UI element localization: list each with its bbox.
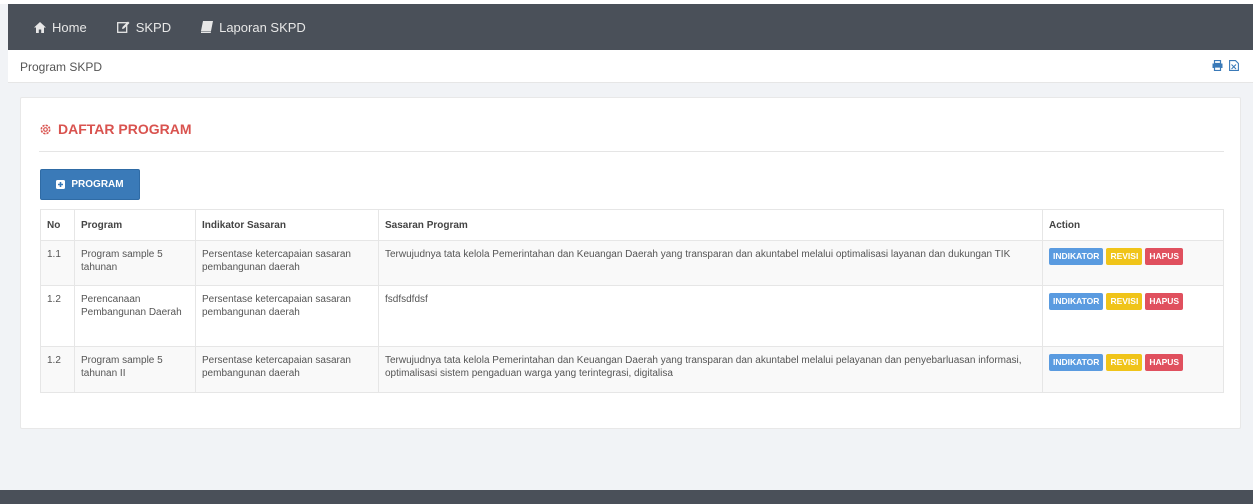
home-icon bbox=[34, 21, 46, 33]
breadcrumb-bar: Program SKPD bbox=[8, 50, 1253, 83]
row-actions: INDIKATOR REVISI HAPUS bbox=[1049, 248, 1217, 265]
cell-no: 1.2 bbox=[40, 285, 75, 347]
hapus-button[interactable]: HAPUS bbox=[1145, 293, 1184, 310]
cell-program: Perencanaan Pembangunan Daerah bbox=[74, 285, 196, 347]
nav-skpd-label: SKPD bbox=[135, 19, 172, 35]
header-program: Program bbox=[74, 209, 196, 241]
table-header-row: No Program Indikator Sasaran Sasaran Pro… bbox=[40, 209, 1224, 241]
header-sasaran: Sasaran Program bbox=[378, 209, 1043, 241]
nav-skpd[interactable]: SKPD bbox=[116, 19, 172, 35]
cell-indikator: Persentase ketercapaian sasaran pembangu… bbox=[195, 346, 379, 393]
cell-program: Program sample 5 tahunan II bbox=[74, 346, 196, 393]
export-file-icon[interactable] bbox=[1229, 60, 1239, 71]
cell-sasaran: Terwujudnya tata kelola Pemerintahan dan… bbox=[378, 240, 1043, 286]
cell-sasaran: fsdfsdfdsf bbox=[378, 285, 1043, 347]
revisi-button[interactable]: REVISI bbox=[1106, 248, 1143, 265]
cell-program: Program sample 5 tahunan bbox=[74, 240, 196, 286]
row-actions: INDIKATOR REVISI HAPUS bbox=[1049, 354, 1217, 371]
cell-indikator: Persentase ketercapaian sasaran pembangu… bbox=[195, 285, 379, 347]
header-no: No bbox=[40, 209, 75, 241]
cell-action: INDIKATOR REVISI HAPUS bbox=[1042, 240, 1224, 286]
print-icon[interactable] bbox=[1212, 60, 1223, 71]
cell-action: INDIKATOR REVISI HAPUS bbox=[1042, 346, 1224, 393]
page-title: DAFTAR PROGRAM bbox=[39, 121, 192, 137]
indikator-button[interactable]: INDIKATOR bbox=[1049, 354, 1104, 371]
revisi-button[interactable]: REVISI bbox=[1106, 354, 1143, 371]
add-program-label: PROGRAM bbox=[71, 179, 124, 190]
program-panel: DAFTAR PROGRAM PROGRAM No Program Indika… bbox=[20, 97, 1241, 429]
add-program-button[interactable]: PROGRAM bbox=[40, 169, 140, 200]
table-row: 1.2 Perencanaan Pembangunan Daerah Perse… bbox=[40, 285, 1224, 347]
cell-indikator: Persentase ketercapaian sasaran pembangu… bbox=[195, 240, 379, 286]
nav-home-label: Home bbox=[52, 19, 87, 35]
breadcrumb: Program SKPD bbox=[20, 60, 103, 74]
toolbar-icons bbox=[1212, 60, 1239, 71]
revisi-button[interactable]: REVISI bbox=[1106, 293, 1143, 310]
hapus-button[interactable]: HAPUS bbox=[1145, 248, 1184, 265]
nav-laporan-label: Laporan SKPD bbox=[219, 19, 306, 35]
book-icon bbox=[201, 21, 214, 33]
header-indikator: Indikator Sasaran bbox=[195, 209, 379, 241]
row-actions: INDIKATOR REVISI HAPUS bbox=[1049, 293, 1217, 310]
indikator-button[interactable]: INDIKATOR bbox=[1049, 293, 1104, 310]
edit-icon bbox=[116, 21, 130, 33]
header-action: Action bbox=[1042, 209, 1224, 241]
program-table: No Program Indikator Sasaran Sasaran Pro… bbox=[40, 209, 1224, 393]
footer-bar bbox=[0, 490, 1253, 504]
gear-icon bbox=[40, 124, 51, 134]
table-row: 1.1 Program sample 5 tahunan Persentase … bbox=[40, 240, 1224, 286]
nav-laporan-skpd[interactable]: Laporan SKPD bbox=[201, 20, 306, 35]
cell-sasaran: Terwujudnya tata kelola Pemerintahan dan… bbox=[378, 346, 1043, 393]
nav-home[interactable]: Home bbox=[34, 20, 87, 35]
cell-action: INDIKATOR REVISI HAPUS bbox=[1042, 285, 1224, 347]
indikator-button[interactable]: INDIKATOR bbox=[1049, 248, 1104, 265]
cell-no: 1.2 bbox=[40, 346, 75, 393]
hapus-button[interactable]: HAPUS bbox=[1145, 354, 1184, 371]
cell-no: 1.1 bbox=[40, 240, 75, 286]
table-row: 1.2 Program sample 5 tahunan II Persenta… bbox=[40, 346, 1224, 393]
page-title-text: DAFTAR PROGRAM bbox=[58, 121, 192, 137]
plus-square-icon bbox=[56, 180, 66, 189]
divider bbox=[39, 151, 1224, 152]
top-navbar: Home SKPD Laporan SKPD bbox=[8, 4, 1253, 50]
